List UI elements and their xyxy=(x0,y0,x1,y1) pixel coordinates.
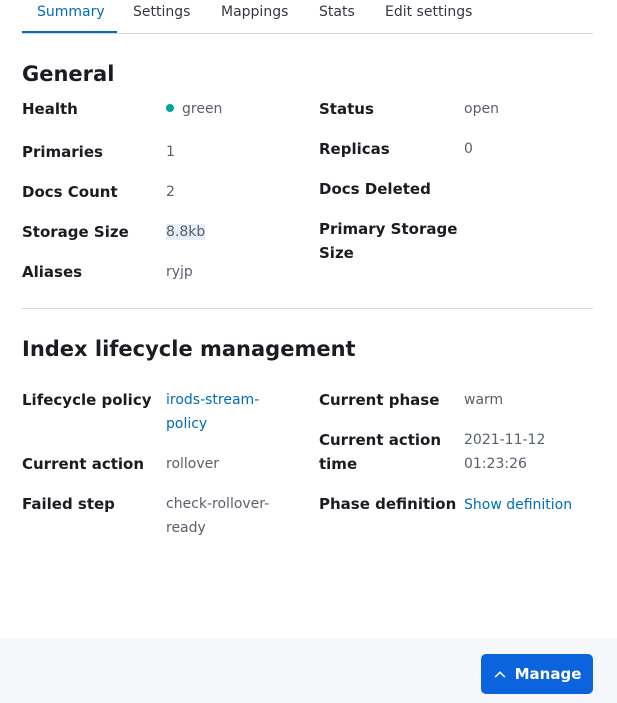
chevron-up-icon xyxy=(494,671,505,678)
docs-deleted-label: Docs Deleted xyxy=(319,180,431,198)
health-label: Health xyxy=(22,100,78,118)
health-status-icon xyxy=(166,104,174,112)
failed-step-line2: ready xyxy=(166,520,206,536)
current-phase-label: Current phase xyxy=(319,391,440,409)
tab-stats[interactable]: Stats xyxy=(319,3,355,21)
section-divider xyxy=(22,308,593,309)
primary-storage-label-line1: Primary Storage xyxy=(319,220,458,238)
lifecycle-policy-link[interactable]: irods-stream- policy xyxy=(166,388,259,436)
show-definition-link[interactable]: Show definition xyxy=(464,493,572,517)
docs-count-label: Docs Count xyxy=(22,183,118,201)
tab-settings[interactable]: Settings xyxy=(133,3,190,21)
current-action-time-label: Current action time xyxy=(319,428,441,476)
primaries-label: Primaries xyxy=(22,143,103,161)
health-text: green xyxy=(182,101,223,117)
storage-size-text: 8.8kb xyxy=(166,224,206,240)
status-label: Status xyxy=(319,100,374,118)
current-action-time-clock: 01:23:26 xyxy=(464,456,527,472)
failed-step-label: Failed step xyxy=(22,495,115,513)
replicas-value: 0 xyxy=(464,141,473,157)
current-action-time-date: 2021-11-12 xyxy=(464,432,546,448)
tab-mappings[interactable]: Mappings xyxy=(221,3,288,21)
ilm-title: Index lifecycle management xyxy=(22,337,356,361)
lifecycle-policy-line2: policy xyxy=(166,416,208,432)
current-action-value: rollover xyxy=(166,456,220,472)
current-action-time-label-line2: time xyxy=(319,455,358,473)
primaries-value: 1 xyxy=(166,144,175,160)
docs-count-value: 2 xyxy=(166,184,175,200)
failed-step-line1: check-rollover- xyxy=(166,496,270,512)
tab-edit-settings[interactable]: Edit settings xyxy=(385,3,472,21)
status-value: open xyxy=(464,101,499,117)
tab-bar: Summary Settings Mappings Stats Edit set… xyxy=(22,0,593,34)
aliases-value: ryjp xyxy=(166,264,193,280)
primary-storage-size-label: Primary Storage Size xyxy=(319,217,457,265)
current-action-time-label-line1: Current action xyxy=(319,431,442,449)
current-action-label: Current action xyxy=(22,455,145,473)
lifecycle-policy-label: Lifecycle policy xyxy=(22,391,152,409)
current-phase-value: warm xyxy=(464,392,504,408)
replicas-label: Replicas xyxy=(319,140,390,158)
storage-size-label: Storage Size xyxy=(22,223,129,241)
tab-summary[interactable]: Summary xyxy=(37,3,105,21)
phase-definition-label: Phase definition xyxy=(319,495,457,513)
lifecycle-policy-line1: irods-stream- xyxy=(166,392,260,408)
footer-bar: Manage xyxy=(0,638,617,703)
current-action-time-value: 2021-11-12 01:23:26 xyxy=(464,428,545,476)
failed-step-value: check-rollover- ready xyxy=(166,492,269,540)
primary-storage-label-line2: Size xyxy=(319,244,354,262)
storage-size-value: 8.8kb xyxy=(166,220,206,244)
health-value: green xyxy=(166,97,222,121)
manage-button-label: Manage xyxy=(514,665,582,683)
active-tab-indicator xyxy=(22,31,117,33)
aliases-label: Aliases xyxy=(22,263,83,281)
general-title: General xyxy=(22,62,115,86)
manage-button[interactable]: Manage xyxy=(481,654,593,694)
